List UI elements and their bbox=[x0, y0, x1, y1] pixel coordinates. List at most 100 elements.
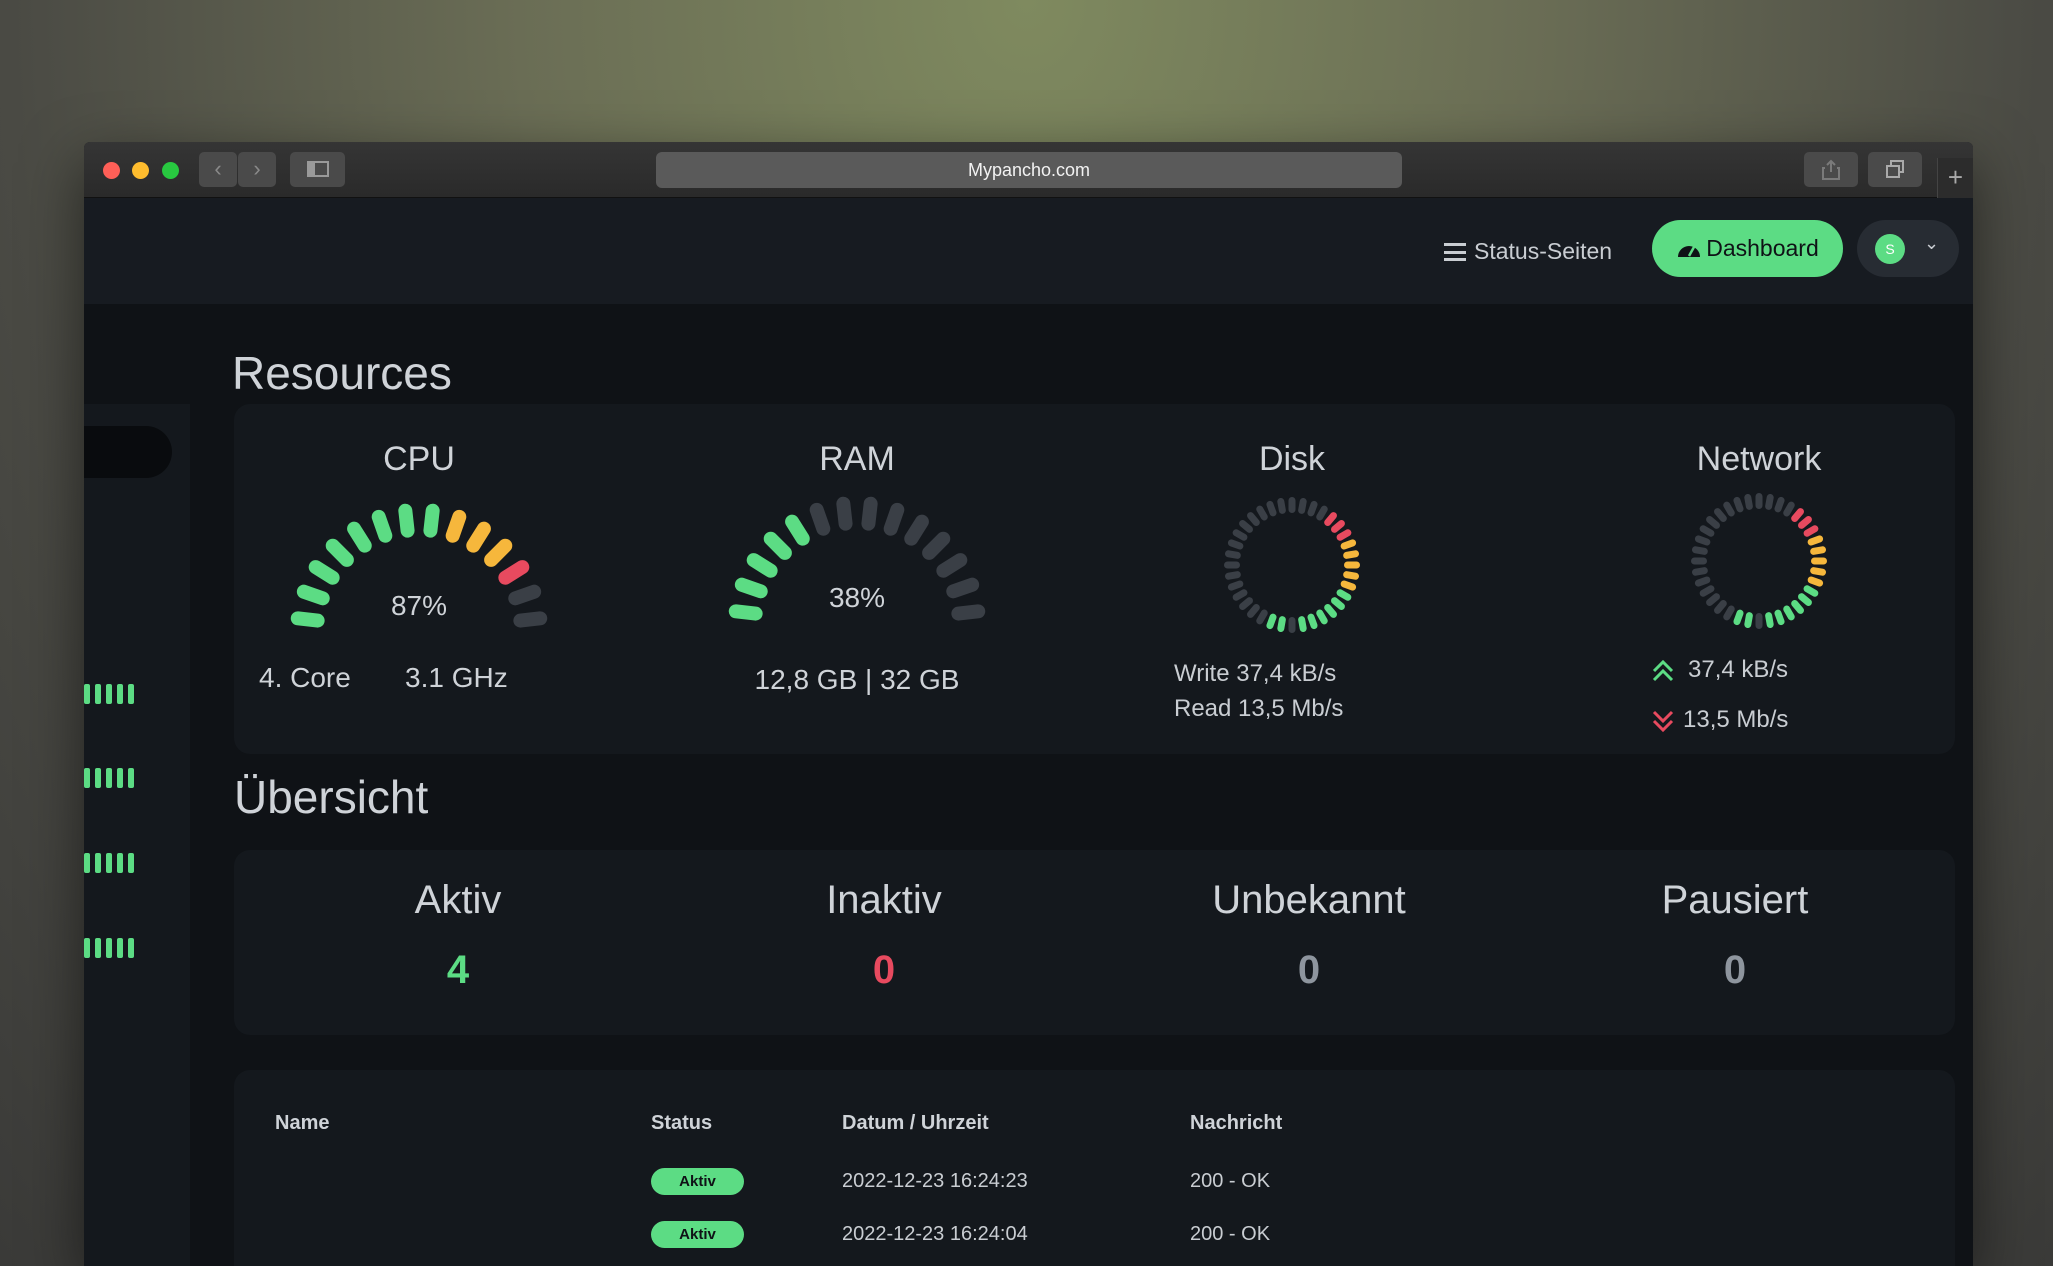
ram-gauge-segment bbox=[734, 577, 768, 599]
cpu-frequency: 3.1 GHz bbox=[405, 662, 508, 693]
overview-label-inactive: Inaktiv bbox=[826, 878, 942, 922]
close-window-button[interactable] bbox=[103, 162, 120, 179]
share-button[interactable] bbox=[1804, 152, 1858, 187]
minimize-window-button[interactable] bbox=[132, 162, 149, 179]
network-ring-segment bbox=[1694, 535, 1711, 546]
sidebar-toggle-button[interactable] bbox=[290, 152, 345, 187]
cpu-gauge-segment bbox=[513, 611, 548, 628]
share-icon bbox=[1822, 159, 1840, 180]
network-download: 13,5 Mb/s bbox=[1683, 706, 1789, 733]
network-ring-segment bbox=[1811, 557, 1827, 565]
disk-ring-segment bbox=[1227, 580, 1244, 591]
ram-gauge-segment bbox=[904, 514, 929, 546]
new-tab-button[interactable]: + bbox=[1937, 158, 1973, 198]
ram-gauge-segment bbox=[946, 577, 980, 599]
table-header-datetime[interactable]: Datum / Uhrzeit bbox=[842, 1112, 989, 1135]
network-upload: 37,4 kB/s bbox=[1688, 656, 1789, 683]
status-pages-label: Status-Seiten bbox=[1474, 238, 1613, 264]
monitor-heartbeat-bars bbox=[84, 768, 144, 788]
network-ring-segment bbox=[1765, 612, 1774, 629]
app-header: Status-Seiten Dashboard S ⌄ bbox=[84, 198, 1973, 304]
back-button[interactable]: ‹ bbox=[199, 152, 237, 187]
dashboard-button[interactable]: Dashboard bbox=[1652, 220, 1843, 277]
row-datetime: 2022-12-23 16:24:04 bbox=[842, 1223, 1028, 1245]
network-ring-segment bbox=[1765, 493, 1774, 510]
status-badge: Aktiv bbox=[651, 1168, 744, 1195]
browser-titlebar: ‹ › Mypancho.com + bbox=[84, 142, 1973, 198]
upload-arrow-icon bbox=[1652, 659, 1674, 682]
network-ring-segment bbox=[1810, 546, 1827, 555]
cpu-gauge-segment bbox=[423, 503, 440, 538]
disk-ring-segment bbox=[1288, 617, 1296, 633]
disk-write: Write 37,4 kB/s bbox=[1174, 660, 1337, 687]
cpu-gauge bbox=[290, 503, 548, 628]
ram-gauge bbox=[728, 496, 986, 621]
disk-ring-segment bbox=[1298, 616, 1307, 633]
network-ring-segment bbox=[1774, 496, 1785, 513]
cpu-gauge-segment bbox=[484, 538, 513, 567]
cpu-gauge-segment bbox=[445, 509, 467, 543]
network-ring-segment bbox=[1807, 576, 1824, 587]
url-bar[interactable]: Mypancho.com bbox=[656, 152, 1402, 188]
status-badge: Aktiv bbox=[651, 1221, 744, 1248]
status-pages-link[interactable]: Status-Seiten bbox=[1444, 238, 1612, 265]
overview-label-active: Aktiv bbox=[414, 878, 502, 922]
disk-ring-segment bbox=[1277, 497, 1286, 514]
disk-ring-gauge bbox=[1224, 497, 1360, 633]
cpu-title: CPU bbox=[383, 440, 455, 478]
ram-gauge-segment bbox=[746, 553, 778, 578]
ram-gauge-segment bbox=[883, 502, 905, 536]
overview-label-paused: Pausiert bbox=[1661, 878, 1809, 922]
disk-ring-segment bbox=[1288, 497, 1296, 513]
sidebar-search-field[interactable] bbox=[84, 426, 172, 478]
cpu-percent: 87% bbox=[390, 590, 448, 621]
network-ring-segment bbox=[1755, 613, 1763, 629]
cpu-gauge-segment bbox=[508, 584, 542, 606]
maximize-window-button[interactable] bbox=[162, 162, 179, 179]
ram-title: RAM bbox=[819, 440, 895, 478]
disk-ring-segment bbox=[1224, 550, 1241, 559]
ram-gauge-segment bbox=[861, 496, 878, 531]
dashboard-label: Dashboard bbox=[1706, 235, 1819, 261]
network-ring-segment bbox=[1733, 609, 1744, 626]
cpu-gauge-segment bbox=[466, 521, 491, 553]
table-header-message[interactable]: Nachricht bbox=[1190, 1112, 1282, 1135]
network-ring-segment bbox=[1774, 609, 1785, 626]
network-ring-gauge bbox=[1691, 493, 1827, 629]
ram-gauge-segment bbox=[809, 502, 831, 536]
ram-percent: 38% bbox=[828, 582, 886, 613]
overview-label-unknown: Unbekannt bbox=[1212, 878, 1406, 922]
ram-gauge-segment bbox=[763, 531, 792, 560]
dashboard-gauge-icon bbox=[1678, 246, 1701, 257]
events-table-card bbox=[234, 1070, 1955, 1266]
download-arrow-icon bbox=[1652, 710, 1674, 733]
network-ring-segment bbox=[1744, 493, 1753, 510]
disk-ring-segment bbox=[1266, 613, 1277, 630]
user-menu-button[interactable]: S ⌄ bbox=[1857, 220, 1959, 277]
ram-gauge-segment bbox=[951, 604, 986, 621]
disk-ring-segment bbox=[1266, 500, 1277, 517]
disk-ring-segment bbox=[1343, 550, 1360, 559]
forward-button[interactable]: › bbox=[238, 152, 276, 187]
disk-title: Disk bbox=[1258, 440, 1326, 478]
ram-gauge-segment bbox=[936, 553, 968, 578]
cpu-cores: 4. Core bbox=[259, 662, 351, 693]
menu-icon bbox=[1444, 243, 1466, 261]
disk-ring-segment bbox=[1343, 571, 1360, 580]
tabs-overview-button[interactable] bbox=[1868, 152, 1922, 187]
disk-ring-segment bbox=[1344, 561, 1360, 569]
row-datetime: 2022-12-23 16:24:23 bbox=[842, 1170, 1028, 1192]
disk-ring-segment bbox=[1224, 571, 1241, 580]
chevron-right-icon: › bbox=[253, 156, 261, 181]
disk-ring-segment bbox=[1224, 561, 1240, 569]
ram-gauge-segment bbox=[836, 496, 853, 531]
table-header-status[interactable]: Status bbox=[651, 1112, 712, 1135]
disk-ring-segment bbox=[1340, 580, 1357, 591]
monitor-heartbeat-bars bbox=[84, 938, 144, 958]
ram-gauge-segment bbox=[785, 514, 810, 546]
cpu-gauge-segment bbox=[498, 560, 530, 585]
table-header-name[interactable]: Name bbox=[275, 1112, 329, 1135]
overview-count-active: 4 bbox=[446, 948, 470, 992]
disk-ring-segment bbox=[1307, 500, 1318, 517]
avatar: S bbox=[1875, 234, 1905, 264]
